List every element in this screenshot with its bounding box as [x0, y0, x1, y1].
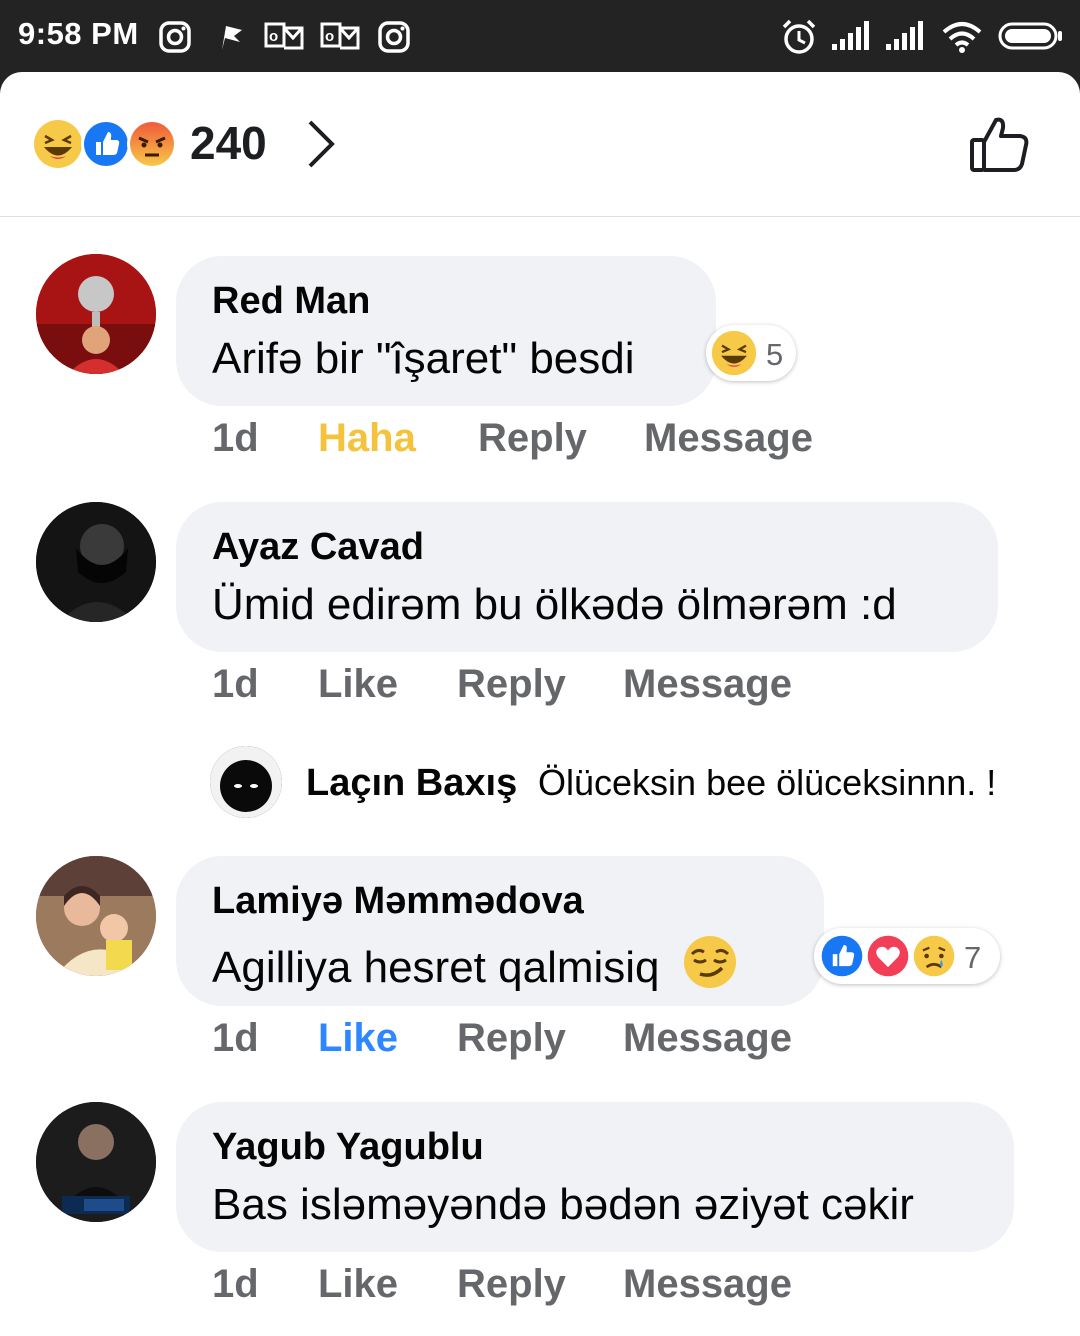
chevron-right-icon[interactable] [304, 118, 338, 170]
avatar[interactable] [210, 746, 282, 818]
status-bar: 9:58 PM o o [0, 0, 1080, 72]
love-icon [864, 932, 912, 980]
reply-author[interactable]: Laçın Baxış [306, 762, 517, 805]
signal-icon [832, 21, 869, 50]
comment-author[interactable]: Lamiyə Məmmədova [212, 880, 584, 923]
like-button[interactable]: Like [318, 1262, 398, 1307]
comment-author[interactable]: Yagub Yagublu [212, 1126, 484, 1169]
like-icon [81, 119, 131, 169]
timestamp: 1d [212, 416, 259, 460]
message-button[interactable]: Message [644, 416, 813, 461]
comment-text: Bas isləməyəndə bədən əziyət cəkir [212, 1180, 914, 1229]
reply-preview[interactable]: Laçın Baxış Ölüceksin bee ölüceksinnn. ! [210, 746, 1070, 820]
thumbs-up-outline-icon[interactable] [968, 114, 1032, 174]
battery-icon [998, 22, 1062, 50]
message-button[interactable]: Message [623, 1016, 792, 1061]
comment-text: Ümid edirəm bu ölkədə ölmərəm :d [212, 580, 897, 629]
timestamp: 1d [212, 1016, 259, 1060]
comment-bubble[interactable]: Yagub Yagublu Bas isləməyəndə bədən əziy… [176, 1102, 1014, 1252]
instagram-icon [159, 21, 191, 53]
reaction-count: 240 [190, 117, 267, 169]
comment-bubble[interactable]: Lamiyə Məmmədova Agilliya hesret qalmisi… [176, 856, 824, 1006]
status-time: 9:58 PM [18, 16, 139, 51]
comment-text-content: Agilliya hesret qalmisiq [212, 943, 660, 992]
svg-text:o: o [325, 28, 334, 45]
comment-bubble[interactable]: Ayaz Cavad Ümid edirəm bu ölkədə ölmərəm… [176, 502, 998, 652]
outlook-icon: o [320, 22, 360, 50]
wifi-icon [942, 22, 982, 53]
avatar[interactable] [36, 254, 156, 374]
alarm-icon [782, 19, 816, 54]
like-button[interactable]: Like [318, 662, 398, 707]
avatar[interactable] [36, 856, 156, 976]
haha-icon [711, 330, 757, 376]
smirk-emoji-icon [683, 936, 736, 988]
signal-icon [886, 21, 923, 50]
comment-text: Arifə bir "îşaret" besdi [212, 334, 635, 383]
haha-button[interactable]: Haha [318, 416, 416, 461]
reactions-summary[interactable]: 240 [0, 72, 1080, 217]
comment-reactions[interactable]: 5 [706, 325, 796, 381]
reply-button[interactable]: Reply [457, 662, 566, 707]
comment-author[interactable]: Ayaz Cavad [212, 526, 424, 569]
comment-author[interactable]: Red Man [212, 280, 370, 323]
reactions-comments-sheet: 240 Red Man Arifə bir "îşaret" besdi 5 1… [0, 72, 1080, 1336]
avatar[interactable] [36, 502, 156, 622]
reply-button[interactable]: Reply [478, 416, 587, 461]
message-button[interactable]: Message [623, 1262, 792, 1307]
message-button[interactable]: Message [623, 662, 792, 707]
reply-button[interactable]: Reply [457, 1016, 566, 1061]
reaction-count: 7 [964, 940, 982, 975]
comment-bubble[interactable]: Red Man Arifə bir "îşaret" besdi [176, 256, 716, 406]
reply-button[interactable]: Reply [457, 1262, 566, 1307]
like-icon [818, 932, 866, 980]
comment-text: Agilliya hesret qalmisiq [212, 934, 738, 993]
timestamp: 1d [212, 662, 259, 706]
outlook-icon: o [264, 22, 304, 50]
angry-icon [127, 119, 177, 169]
flag-icon [222, 26, 242, 50]
like-button[interactable]: Like [318, 1016, 398, 1061]
comment-reactions[interactable]: 7 [814, 928, 1000, 984]
avatar[interactable] [36, 1102, 156, 1222]
timestamp: 1d [212, 1262, 259, 1306]
haha-icon [34, 120, 82, 168]
reply-text: Ölüceksin bee ölüceksinnn. ! [538, 762, 997, 803]
reaction-count: 5 [766, 337, 784, 372]
svg-text:o: o [269, 28, 278, 45]
instagram-icon [378, 21, 410, 53]
sad-icon [910, 932, 958, 980]
